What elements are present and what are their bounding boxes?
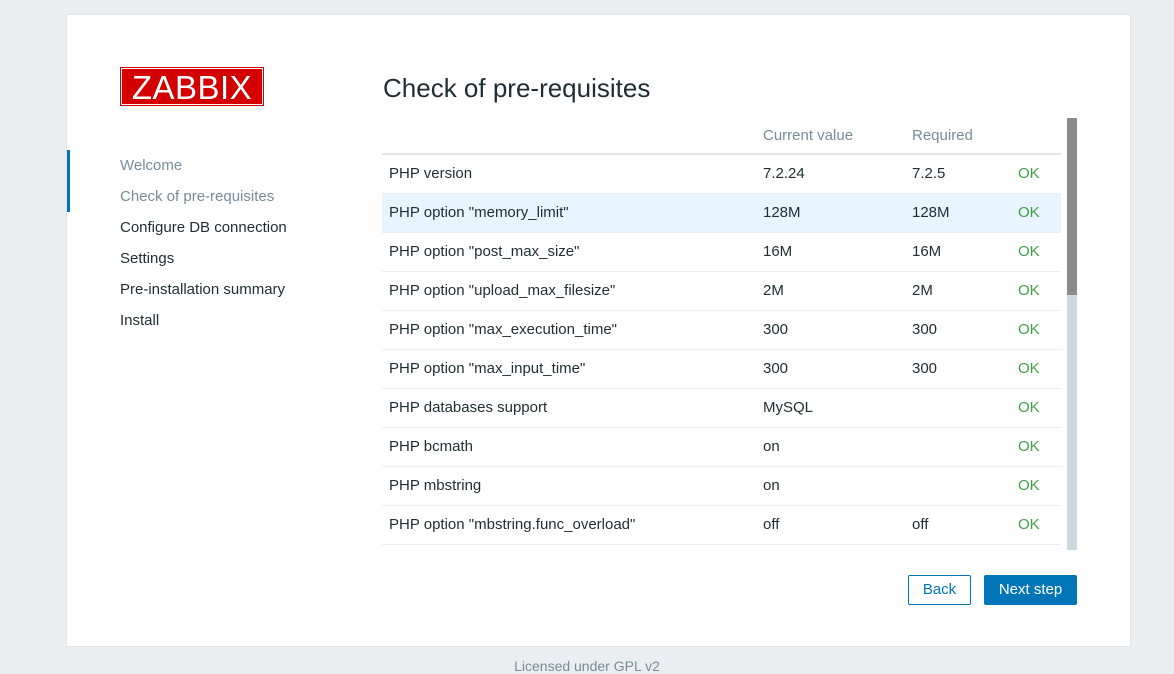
cell-current-value: on (756, 466, 905, 506)
cell-status: OK (1011, 232, 1061, 272)
cell-check-name: PHP option "memory_limit" (382, 193, 756, 233)
setup-steps-nav: Welcome Check of pre-requisites Configur… (67, 150, 347, 336)
cell-check-name: PHP version (382, 154, 756, 194)
cell-current-value: off (756, 505, 905, 545)
cell-check-name: PHP mbstring (382, 466, 756, 506)
cell-current-value: 2M (756, 271, 905, 311)
nav-step-pre-requisites: Check of pre-requisites (120, 188, 275, 205)
table-row: PHP bcmath on OK (382, 427, 1061, 467)
cell-current-value: 7.2.24 (756, 154, 905, 194)
table-row: PHP option "max_execution_time" 300 300 OK (382, 310, 1061, 350)
table-row: PHP version 7.2.24 7.2.5 OK (382, 154, 1061, 194)
cell-required-value: 7.2.5 (905, 154, 1011, 194)
cell-check-name: PHP databases support (382, 388, 756, 428)
cell-check-name: PHP bcmath (382, 427, 756, 467)
footer: Licensed under GPL v2 (0, 658, 1174, 674)
cell-check-name: PHP option "upload_max_filesize" (382, 271, 756, 311)
nav-step-db-connection: Configure DB connection (120, 219, 287, 236)
cell-required-value: 128M (905, 193, 1011, 233)
prerequisites-table: Current value Required PHP version 7.2.24… (382, 118, 1061, 545)
cell-status: OK (1011, 349, 1061, 389)
cell-required-value: 2M (905, 271, 1011, 311)
table-row: PHP databases support MySQL OK (382, 388, 1061, 428)
cell-status: OK (1011, 154, 1061, 194)
table-row: PHP option "mbstring.func_overload" off of… (382, 505, 1061, 545)
cell-current-value: 128M (756, 193, 905, 233)
table-row: PHP mbstring on OK (382, 466, 1061, 506)
table-row: PHP option "upload_max_filesize" 2M 2M OK (382, 271, 1061, 311)
license-link[interactable]: Licensed under GPL v2 (514, 658, 660, 674)
nav-step-welcome: Welcome (120, 157, 183, 174)
back-button[interactable]: Back (908, 575, 971, 605)
cell-current-value: 300 (756, 349, 905, 389)
cell-status: OK (1011, 310, 1061, 350)
cell-status: OK (1011, 193, 1061, 233)
nav-step-settings: Settings (120, 250, 175, 267)
nav-step-summary: Pre-installation summary (120, 281, 286, 298)
table-row: PHP option "max_input_time" 300 300 OK (382, 349, 1061, 389)
table-row: PHP option "post_max_size" 16M 16M OK (382, 232, 1061, 272)
cell-status: OK (1011, 271, 1061, 311)
table-row: PHP option "memory_limit" 128M 128M OK (382, 193, 1061, 233)
setup-card: ZABBIX Welcome Check of pre-requisites C… (66, 14, 1131, 647)
col-header-status (1011, 118, 1061, 155)
cell-required-value: off (905, 505, 1011, 545)
cell-check-name: PHP option "max_input_time" (382, 349, 756, 389)
zabbix-logo: ZABBIX (120, 67, 264, 106)
cell-required-value (905, 427, 1011, 467)
cell-required-value (905, 388, 1011, 428)
cell-check-name: PHP option "mbstring.func_overload" (382, 505, 756, 545)
table-header-row: Current value Required (382, 118, 1061, 155)
cell-check-name: PHP option "post_max_size" (382, 232, 756, 272)
table-scrollbar[interactable] (1067, 118, 1077, 550)
nav-step-install: Install (120, 312, 160, 329)
col-header-name (382, 118, 756, 155)
prerequisites-table-container[interactable]: Current value Required PHP version 7.2.24… (382, 118, 1077, 550)
cell-current-value: on (756, 427, 905, 467)
cell-required-value: 300 (905, 349, 1011, 389)
col-header-required: Required (905, 118, 1011, 155)
cell-status: OK (1011, 466, 1061, 506)
cell-status: OK (1011, 427, 1061, 467)
cell-required-value: 300 (905, 310, 1011, 350)
cell-current-value: 300 (756, 310, 905, 350)
cell-status: OK (1011, 505, 1061, 545)
cell-required-value: 16M (905, 232, 1011, 272)
page-title: Check of pre-requisites (383, 73, 651, 103)
cell-required-value (905, 466, 1011, 506)
cell-check-name: PHP option "max_execution_time" (382, 310, 756, 350)
next-step-button[interactable]: Next step (984, 575, 1077, 605)
cell-current-value: 16M (756, 232, 905, 272)
col-header-current: Current value (756, 118, 905, 155)
cell-current-value: MySQL (756, 388, 905, 428)
cell-status: OK (1011, 388, 1061, 428)
scrollbar-thumb[interactable] (1067, 118, 1077, 296)
